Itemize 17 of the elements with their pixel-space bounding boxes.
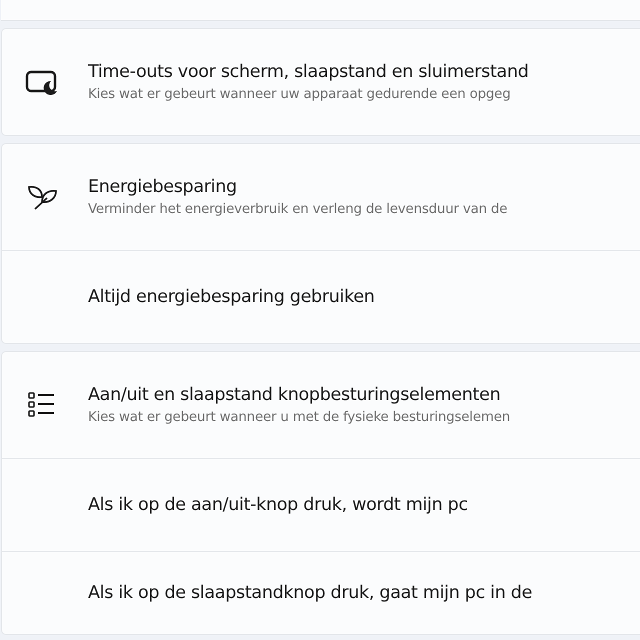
setting-row[interactable]: Als ik op de slaapstandknop druk, gaat mijn pc in de <box>2 551 640 634</box>
setting-label: Als ik op de aan/uit-knop druk, wordt mijn pc <box>88 495 468 515</box>
section-title: Time-outs voor scherm, slaapstand en sluimerstand <box>88 62 529 82</box>
section-title: Energiebesparing <box>88 177 238 197</box>
settings-header-row[interactable]: Energiebesparing Verminder het energieverbruik en verleng de levensduur van de <box>2 144 640 250</box>
settings-header-row[interactable]: Time-outs voor scherm, slaapstand en sluimerstand Kies wat er gebeurt wanneer uw apparaat gedurende een opgeg <box>2 29 640 135</box>
leaf-icon <box>25 183 59 211</box>
section-description: Kies wat er gebeurt wanneer uw apparaat gedurende een opgeg <box>88 87 512 102</box>
setting-label: Als ik op de slaapstandknop druk, gaat mijn pc in de <box>88 583 532 603</box>
display-moon-icon <box>25 69 59 95</box>
section-title: Aan/uit en slaapstand knopbesturingselementen <box>88 385 502 405</box>
section-description: Verminder het energieverbruik en verleng de levensduur van de <box>88 202 508 217</box>
setting-row[interactable]: Altijd energiebesparing gebruiken <box>2 250 640 343</box>
section-description: Kies wat er gebeurt wanneer u met de fysieke besturingselemen <box>88 410 510 425</box>
setting-row[interactable]: Als ik op de aan/uit-knop druk, wordt mijn pc <box>2 458 640 551</box>
setting-label: Altijd energiebesparing gebruiken <box>88 287 375 307</box>
settings-header-row[interactable]: Aan/uit en slaapstand knopbesturingselementen Kies wat er gebeurt wanneer u met de fysieke besturingselemen <box>2 352 640 458</box>
